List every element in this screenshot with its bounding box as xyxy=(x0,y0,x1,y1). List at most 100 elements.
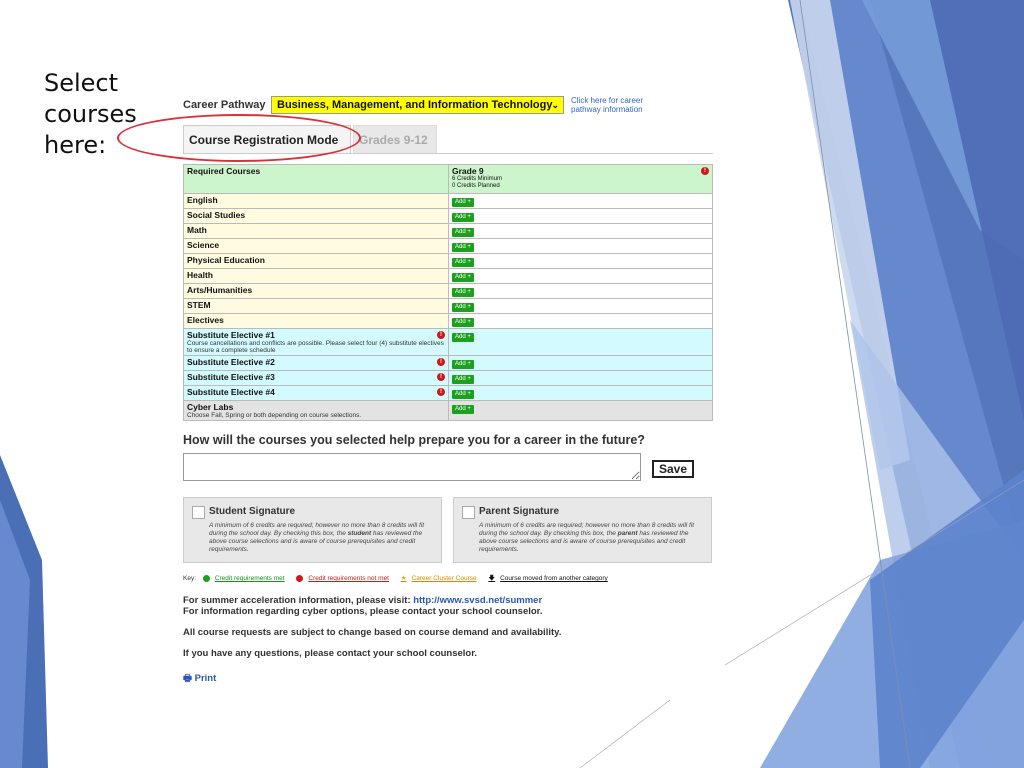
add-course-button[interactable]: Add + xyxy=(452,288,474,297)
questions-notice: If you have any questions, please contac… xyxy=(183,648,478,659)
add-course-button[interactable]: Add + xyxy=(452,243,474,252)
save-button[interactable]: Save xyxy=(652,460,694,478)
tab-grades[interactable]: Grades 9-12 xyxy=(353,125,437,153)
print-button[interactable]: 🖶 Print xyxy=(183,671,713,687)
table-row: Health Add + xyxy=(183,268,713,284)
career-pathway-info-link[interactable]: Click here for career pathway informatio… xyxy=(571,96,661,114)
add-course-button[interactable]: Add + xyxy=(452,213,474,222)
credits-minimum: 6 Credits Minimum xyxy=(452,176,503,182)
course-category-name: Substitute Elective #1 xyxy=(187,330,275,340)
course-slot: Add + xyxy=(448,385,713,401)
course-category-name: Electives xyxy=(187,315,224,325)
key-not-met-text: Credit requirements not met xyxy=(308,575,389,582)
table-row: Physical Education Add + xyxy=(183,253,713,269)
course-category-name: Arts/Humanities xyxy=(187,285,253,295)
warning-icon: ! xyxy=(701,167,709,175)
courses-table: Required Courses Grade 9 6 Credits Minim… xyxy=(183,164,713,421)
table-row: Substitute Elective #1 Course cancellatio… xyxy=(183,328,713,356)
add-course-button[interactable]: Add + xyxy=(452,390,474,399)
parent-signature-checkbox[interactable] xyxy=(462,506,475,519)
course-slot: Add + xyxy=(448,400,713,421)
change-notice: All course requests are subject to chang… xyxy=(183,627,562,638)
check-icon xyxy=(202,574,210,582)
career-answer-textarea[interactable] xyxy=(183,453,641,481)
add-course-button[interactable]: Add + xyxy=(452,318,474,327)
course-slot: Add + xyxy=(448,355,713,371)
add-course-button[interactable]: Add + xyxy=(452,198,474,207)
career-pathway-select[interactable]: Business, Management, and Information Te… xyxy=(271,96,564,114)
summer-link[interactable]: http://www.svsd.net/summer xyxy=(413,595,542,606)
printer-icon: 🖶 xyxy=(183,673,195,684)
add-course-button[interactable]: Add + xyxy=(452,333,474,342)
add-course-button[interactable]: Add + xyxy=(452,360,474,369)
table-row: Substitute Elective #4! Add + xyxy=(183,385,713,401)
warning-icon: ! xyxy=(437,373,445,381)
course-category-name: Physical Education xyxy=(187,255,265,265)
course-category: English xyxy=(183,193,449,209)
course-slot: Add + xyxy=(448,370,713,386)
table-row: STEM Add + xyxy=(183,298,713,314)
course-category: Math xyxy=(183,223,449,239)
table-row: Cyber Labs Choose Fall, Spring or both de… xyxy=(183,400,713,421)
sig-who: parent xyxy=(617,530,638,537)
summer-info: For summer acceleration information, ple… xyxy=(183,595,713,606)
key-met: Credit requirements met xyxy=(202,574,290,582)
course-category: Substitute Elective #4! xyxy=(183,385,449,401)
student-signature-checkbox[interactable] xyxy=(192,506,205,519)
warning-icon xyxy=(296,574,304,582)
course-category-name: English xyxy=(187,195,218,205)
required-courses-header: Required Courses xyxy=(183,164,449,194)
credits-planned: 0 Credits Planned xyxy=(452,183,500,189)
course-category-name: Science xyxy=(187,240,220,250)
course-category-name: Math xyxy=(187,225,207,235)
course-category-note: Course cancellations and conflicts are p… xyxy=(187,340,444,354)
parent-signature-text: A minimum of 6 credits are required; how… xyxy=(479,522,704,554)
course-slot: Add + xyxy=(448,193,713,209)
sig-who: student xyxy=(347,530,372,537)
mode-tabs: Course Registration Mode Grades 9-12 xyxy=(117,114,713,162)
key-met-text: Credit requirements met xyxy=(214,575,285,582)
table-row: Science Add + xyxy=(183,238,713,254)
course-category: Science xyxy=(183,238,449,254)
add-course-button[interactable]: Add + xyxy=(452,303,474,312)
course-category: Physical Education xyxy=(183,253,449,269)
star-icon: ★ xyxy=(400,575,407,582)
course-slot: Add + xyxy=(448,208,713,224)
add-course-button[interactable]: Add + xyxy=(452,375,474,384)
course-slot: Add + xyxy=(448,268,713,284)
answer-row: Save xyxy=(183,453,713,489)
key-label: Key: xyxy=(183,575,197,582)
grade-cell: Grade 9 6 Credits Minimum 0 Credits Plan… xyxy=(448,164,713,194)
career-pathway-row: Career Pathway Business, Management, and… xyxy=(183,92,713,118)
course-slot: Add + xyxy=(448,313,713,329)
grade-title: Grade 9 xyxy=(452,166,484,176)
add-course-button[interactable]: Add + xyxy=(452,258,474,267)
career-pathway-label: Career Pathway xyxy=(183,99,266,111)
student-signature-box: Student Signature A minimum of 6 credits… xyxy=(183,497,442,563)
arrow-down-icon: 🡇 xyxy=(488,575,496,582)
add-course-button[interactable]: Add + xyxy=(452,273,474,282)
student-signature-text: A minimum of 6 credits are required; how… xyxy=(209,522,434,554)
course-registration-form: Career Pathway Business, Management, and… xyxy=(117,92,713,687)
course-category-name: Substitute Elective #2 xyxy=(187,357,275,367)
course-category-name: Substitute Elective #3 xyxy=(187,372,275,382)
course-category: Cyber Labs Choose Fall, Spring or both de… xyxy=(183,400,449,421)
course-category: Arts/Humanities xyxy=(183,283,449,299)
legend-key: Key: Credit requirements met Credit requ… xyxy=(183,574,713,585)
table-header-row: Required Courses Grade 9 6 Credits Minim… xyxy=(183,164,713,194)
table-row: Arts/Humanities Add + xyxy=(183,283,713,299)
course-slot: Add + xyxy=(448,283,713,299)
course-category-name: Health xyxy=(187,270,213,280)
cyber-info: For information regarding cyber options,… xyxy=(183,606,543,617)
course-slot: Add + xyxy=(448,328,713,356)
table-row: Substitute Elective #2! Add + xyxy=(183,355,713,371)
course-category: Electives xyxy=(183,313,449,329)
table-row: Substitute Elective #3! Add + xyxy=(183,370,713,386)
course-category-note: Choose Fall, Spring or both depending on… xyxy=(187,412,362,419)
tab-course-registration-mode[interactable]: Course Registration Mode xyxy=(183,125,351,153)
course-slot: Add + xyxy=(448,298,713,314)
add-course-button[interactable]: Add + xyxy=(452,405,474,414)
warning-icon: ! xyxy=(437,358,445,366)
slide-title: Select courses here: xyxy=(44,69,137,159)
add-course-button[interactable]: Add + xyxy=(452,228,474,237)
